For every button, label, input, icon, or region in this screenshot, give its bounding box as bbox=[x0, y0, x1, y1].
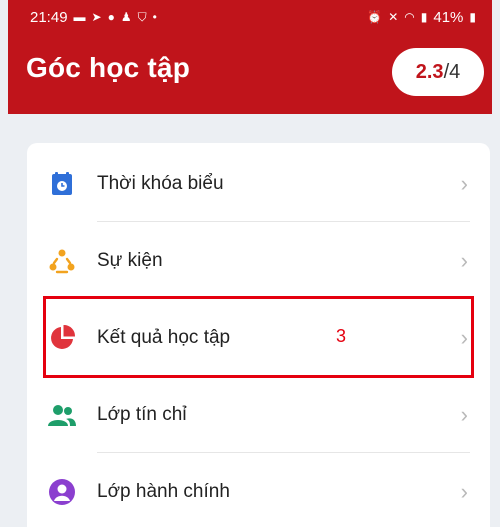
calendar-icon bbox=[47, 169, 77, 199]
menu-item-label: Lớp hành chính bbox=[97, 481, 230, 502]
page-title: Góc học tập bbox=[26, 52, 190, 83]
menu-item-events[interactable]: Sự kiện › bbox=[27, 222, 490, 300]
status-left: 21:49 ▬ ➤ ● ♟ ⛉ • bbox=[30, 9, 157, 26]
battery-percent: 41% bbox=[433, 8, 464, 26]
menu-item-label: Thời khóa biểu bbox=[97, 173, 224, 194]
chevron-right-icon: › bbox=[460, 325, 468, 350]
signal-icon: ▮ bbox=[420, 10, 428, 24]
event-people-icon bbox=[47, 246, 77, 276]
status-time: 21:49 bbox=[30, 8, 68, 26]
app-header: 21:49 ▬ ➤ ● ♟ ⛉ • ⏰ ✕ ◠ ▮ 41% ▮ Góc học … bbox=[8, 0, 492, 114]
score-badge[interactable]: 2.3/4 bbox=[392, 48, 484, 96]
step-number-annotation: 3 bbox=[336, 326, 347, 346]
group-icon bbox=[47, 400, 77, 430]
shield-icon: ⛉ bbox=[137, 10, 147, 24]
battery-icon: ▮ bbox=[469, 10, 476, 24]
status-right: ⏰ ✕ ◠ ▮ 41% ▮ bbox=[367, 9, 476, 26]
alarm-icon: ⏰ bbox=[367, 10, 383, 24]
wifi-icon: ◠ bbox=[404, 10, 415, 24]
dot-icon: • bbox=[152, 10, 157, 24]
message-icon: ▬ bbox=[73, 10, 86, 24]
menu-item-timetable[interactable]: Thời khóa biểu › bbox=[27, 145, 490, 223]
mute-icon: ✕ bbox=[388, 10, 399, 24]
person-icon bbox=[47, 477, 77, 507]
menu-item-label: Kết quả học tập bbox=[97, 327, 231, 348]
send-icon: ➤ bbox=[91, 10, 102, 24]
notification-icon: ♟ bbox=[120, 10, 132, 24]
chevron-right-icon: › bbox=[460, 479, 468, 504]
status-bar: 21:49 ▬ ➤ ● ♟ ⛉ • ⏰ ✕ ◠ ▮ 41% ▮ bbox=[8, 0, 492, 34]
menu-card: Thời khóa biểu › Sự kiện › Kết quả học t… bbox=[27, 143, 490, 527]
menu-item-label: Sự kiện bbox=[97, 250, 163, 271]
menu-item-credit-classes[interactable]: Lớp tín chỉ › bbox=[27, 376, 490, 454]
chevron-right-icon: › bbox=[460, 248, 468, 273]
messenger-icon: ● bbox=[107, 10, 115, 24]
menu-item-study-results[interactable]: Kết quả học tập › bbox=[27, 299, 490, 377]
pie-chart-icon bbox=[47, 323, 77, 353]
menu-item-label: Lớp tín chỉ bbox=[97, 404, 187, 425]
score-value: 2.3 bbox=[415, 60, 444, 83]
chevron-right-icon: › bbox=[460, 171, 468, 196]
chevron-right-icon: › bbox=[460, 402, 468, 427]
score-total: /4 bbox=[443, 60, 461, 83]
menu-item-admin-class[interactable]: Lớp hành chính › bbox=[27, 453, 490, 527]
